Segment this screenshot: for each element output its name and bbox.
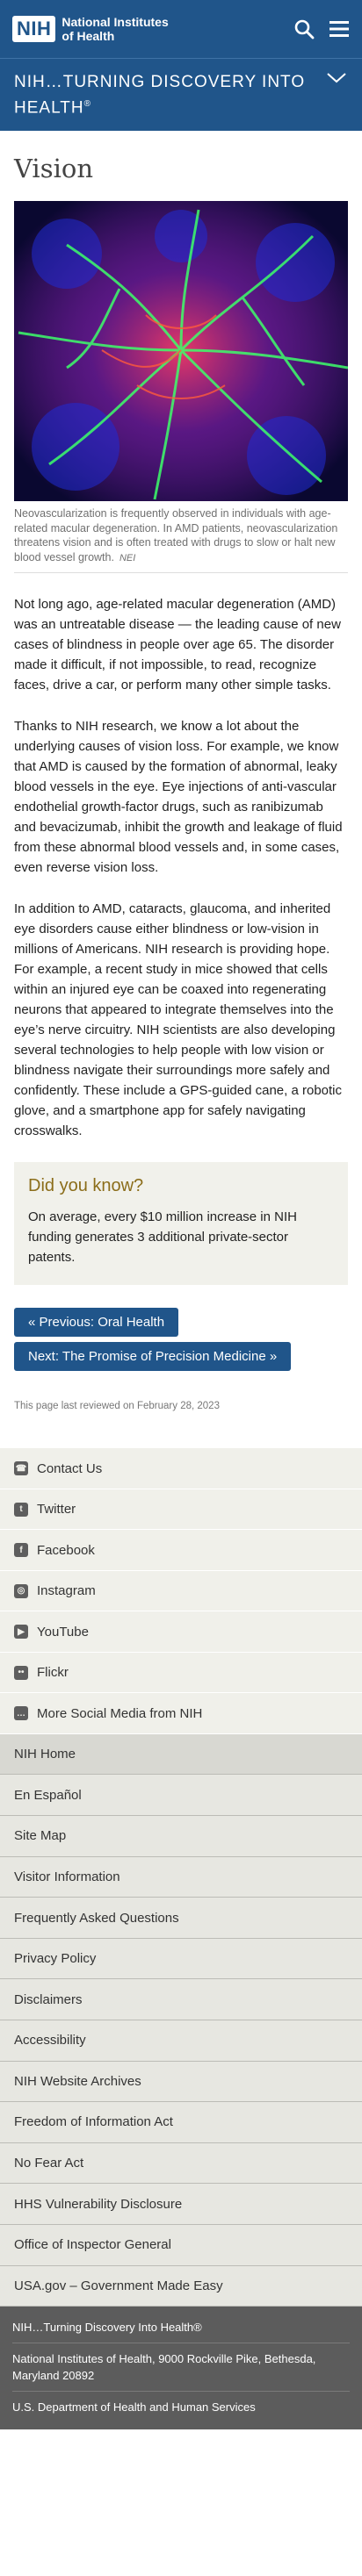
footer-bottom: NIH…Turning Discovery Into Health® Natio…: [0, 2307, 362, 2430]
social-links: ☎ Contact Us t Twitter f Facebook ◎ Instagram ▶ Y…: [0, 1448, 362, 1734]
chat-icon: …: [14, 1706, 28, 1721]
footer-link[interactable]: USA.gov – Government Made Easy: [0, 2265, 362, 2307]
body-paragraph: Thanks to NIH research, we know a lot ab…: [14, 719, 343, 876]
social-link-more-social-media-from-nih[interactable]: … More Social Media from NIH: [0, 1693, 362, 1734]
chevron-down-icon[interactable]: [325, 71, 348, 90]
body-paragraph: Not long ago, age-related macular degene…: [14, 597, 341, 693]
section-banner[interactable]: NIH…TURNING DISCOVERY INTO HEALTH®: [0, 58, 362, 132]
instagram-icon: ◎: [14, 1583, 28, 1598]
footer-link[interactable]: HHS Vulnerability Disclosure: [0, 2184, 362, 2225]
section-title: NIH…TURNING DISCOVERY INTO HEALTH®: [14, 71, 313, 118]
neovascularization-image: [14, 201, 348, 502]
did-you-know-text: On average, every $10 million increase i…: [28, 1209, 297, 1266]
hhs-link[interactable]: U.S. Department of Health and Human Serv…: [12, 2399, 350, 2415]
nih-logo-text: National Institutes of Health: [62, 15, 168, 43]
footer-link[interactable]: Visitor Information: [0, 1856, 362, 1898]
footer-address: National Institutes of Health, 9000 Rock…: [12, 2350, 350, 2393]
footer-link[interactable]: Accessibility: [0, 2020, 362, 2062]
caption-text: Neovascularization is frequently observe…: [14, 507, 338, 563]
search-icon[interactable]: [293, 18, 315, 39]
social-link-facebook[interactable]: f Facebook: [0, 1530, 362, 1571]
last-reviewed: This page last reviewed on February 28, …: [14, 1401, 220, 1412]
header-actions: [293, 18, 350, 39]
page-title: Vision: [14, 154, 94, 184]
footer-link[interactable]: No Fear Act: [0, 2142, 362, 2185]
social-link-label: Instagram: [37, 1583, 96, 1599]
social-link-label: Facebook: [37, 1542, 95, 1558]
phone-icon: ☎: [14, 1461, 28, 1476]
social-link-contact-us[interactable]: ☎ Contact Us: [0, 1448, 362, 1489]
flickr-icon: ••: [14, 1665, 28, 1680]
logo-line-1: National Institutes: [62, 15, 169, 29]
social-link-label: YouTube: [37, 1624, 89, 1640]
social-link-label: Contact Us: [37, 1460, 103, 1476]
footer-links: NIH Home En Español Site Map Visitor Inform…: [0, 1733, 362, 2307]
registered-mark: ®: [83, 99, 91, 109]
footer-link[interactable]: Freedom of Information Act: [0, 2102, 362, 2143]
logo-line-2: of Health: [62, 29, 115, 43]
footer-link[interactable]: NIH Website Archives: [0, 2061, 362, 2103]
social-link-label: Twitter: [37, 1502, 76, 1518]
page-navigation: « Previous: Oral Health Next: The Promis…: [14, 1308, 348, 1376]
footer-link[interactable]: NIH Home: [0, 1733, 362, 1776]
social-link-twitter[interactable]: t Twitter: [0, 1489, 362, 1531]
footer-link[interactable]: Office of Inspector General: [0, 2224, 362, 2266]
social-link-label: More Social Media from NIH: [37, 1705, 203, 1721]
caption-credit: NEI: [119, 552, 136, 563]
footer-link[interactable]: Disclaimers: [0, 1979, 362, 2020]
body-paragraph: In addition to AMD, cataracts, glaucoma,…: [14, 901, 343, 1139]
footer-link[interactable]: Privacy Policy: [0, 1938, 362, 1980]
footer-link[interactable]: Site Map: [0, 1816, 362, 1857]
nih-logo-mark: NIH: [12, 16, 56, 42]
youtube-icon: ▶: [14, 1625, 28, 1640]
site-header: NIH National Institutes of Health: [0, 0, 362, 58]
nih-logo[interactable]: NIH National Institutes of Health: [12, 15, 169, 43]
next-page-button[interactable]: Next: The Promise of Precision Medicine …: [14, 1342, 292, 1372]
did-you-know-title: Did you know?: [28, 1176, 144, 1196]
previous-page-button[interactable]: « Previous: Oral Health: [14, 1308, 179, 1338]
menu-icon[interactable]: [329, 19, 350, 39]
did-you-know-box: Did you know? On average, every $10 mill…: [14, 1162, 348, 1286]
section-title-text: NIH…TURNING DISCOVERY INTO HEALTH: [14, 73, 306, 118]
facebook-icon: f: [14, 1543, 28, 1558]
twitter-icon: t: [14, 1502, 28, 1517]
social-link-youtube[interactable]: ▶ YouTube: [0, 1611, 362, 1653]
image-caption: Neovascularization is frequently observe…: [14, 501, 348, 574]
footer-tagline: NIH…Turning Discovery Into Health®: [12, 2319, 350, 2344]
footer-link[interactable]: En Español: [0, 1775, 362, 1817]
social-link-flickr[interactable]: •• Flickr: [0, 1653, 362, 1694]
social-link-instagram[interactable]: ◎ Instagram: [0, 1571, 362, 1612]
main-content: Vision Neovascularization is frequently …: [0, 154, 362, 1448]
footer-link[interactable]: Frequently Asked Questions: [0, 1898, 362, 1939]
social-link-label: Flickr: [37, 1665, 69, 1681]
